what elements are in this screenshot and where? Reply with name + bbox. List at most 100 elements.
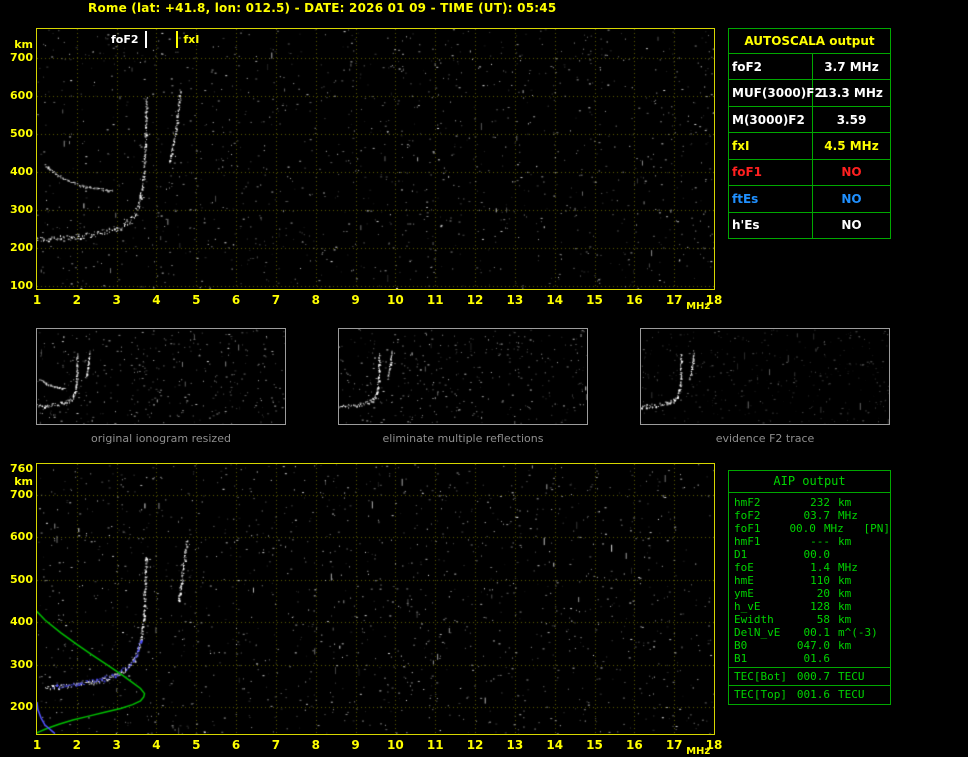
aip-row-foF1: foF1 00.0 MHz [PN] [729, 522, 890, 535]
aip-output-table: AIP output hmF2 232 km foF2 03.7 MHz foF1 00.0 M… [728, 470, 891, 705]
aip-param-label: TEC[Bot] [734, 670, 787, 683]
x-tick-label: 10 [387, 738, 404, 752]
aip-param-unit: km [838, 496, 852, 509]
autoscala-output-table: AUTOSCALA output foF2 3.7 MHz MUF(3000)F2 1… [728, 28, 891, 239]
x-tick-label: 3 [112, 738, 121, 752]
annotation-line-fxI [176, 31, 179, 48]
autoscala-row-ftEs: ftEs NO [729, 186, 890, 213]
y-tick-label: 200 [10, 240, 33, 254]
x-tick-label: 9 [351, 293, 360, 307]
aip-param-label: foF2 [734, 509, 761, 522]
ionogram-main-canvas [37, 29, 714, 289]
y-tick-label: 300 [10, 202, 33, 216]
x-tick-label: 4 [152, 738, 161, 752]
x-tick-label: 13 [506, 738, 524, 752]
x-tick-label: 6 [231, 293, 241, 307]
aip-row-DelN_vE: DelN_vE 00.1 m^(-3) [729, 626, 890, 639]
y-tick-label: 700 [10, 50, 33, 64]
autoscala-table-title: AUTOSCALA output [729, 29, 890, 54]
aip-param-label: TEC[Top] [734, 688, 787, 701]
y-tick-label: 700 [10, 487, 33, 501]
annotation-label-fxI: fxI [183, 33, 200, 46]
aip-param-unit: MHz [823, 522, 844, 535]
aip-param-value: 01.6 [803, 652, 831, 665]
aip-param-value: 00.0 [789, 522, 816, 535]
aip-row-TEC[Top]: TEC[Top] 001.6 TECU [729, 688, 890, 701]
aip-row-foF2: foF2 03.7 MHz [729, 509, 890, 522]
aip-row-Ewidth: Ewidth 58 km [729, 613, 890, 626]
thumbnail-caption: eliminate multiple reflections [382, 432, 544, 445]
aip-param-label: hmF2 [734, 496, 761, 509]
x-tick-label: 16 [625, 293, 643, 307]
x-tick-label: 13 [506, 293, 524, 307]
aip-param-unit [838, 652, 882, 665]
aip-param-value: 03.7 [803, 509, 831, 522]
x-tick-label: 12 [466, 738, 484, 752]
x-tick-label: 7 [271, 738, 281, 752]
y-tick-label: 500 [10, 572, 33, 586]
y-tick-label: 200 [10, 700, 33, 714]
autoscala-row-h'Es: h'Es NO [729, 212, 890, 238]
x-tick-label: 8 [311, 293, 320, 307]
page-title: Rome (lat: +41.8, lon: 012.5) - DATE: 20… [88, 1, 557, 15]
autoscala-param-label: foF1 [729, 159, 813, 186]
autoscala-row-foF2: foF2 3.7 MHz [729, 54, 890, 81]
autoscala-param-value: NO [841, 191, 862, 206]
aip-param-value: 00.1 [803, 626, 831, 639]
autoscala-param-value: 4.5 MHz [824, 138, 879, 153]
aip-row-h_vE: h_vE 128 km [729, 600, 890, 613]
autoscala-param-value: NO [841, 165, 862, 180]
aip-param-value: 128 [810, 600, 830, 613]
x-tick-label: 17 [665, 293, 683, 307]
x-tick-label: 14 [546, 738, 564, 752]
aip-param-unit: km [838, 587, 852, 600]
x-tick-label: 7 [271, 293, 281, 307]
aip-row-B1: B1 01.6 [729, 652, 890, 665]
aip-divider [729, 667, 890, 668]
x-tick-label: 14 [546, 293, 564, 307]
aip-param-unit: TECU [838, 688, 865, 701]
aip-param-unit: km [838, 600, 852, 613]
autoscala-param-label: foF2 [729, 54, 813, 80]
x-tick-label: 5 [192, 293, 201, 307]
y-axis-unit-label: km [14, 475, 33, 489]
autoscala-param-value: NO [841, 218, 862, 233]
x-tick-label: 9 [351, 738, 360, 752]
aip-param-value: 110 [810, 574, 830, 587]
aip-param-unit: MHz [838, 509, 858, 522]
x-tick-label: 2 [72, 293, 81, 307]
ionogram-main: foF2 fxI [36, 28, 715, 290]
aip-row-foE: foE 1.4 MHz [729, 561, 890, 574]
autoscala-row-fxI: fxI 4.5 MHz [729, 133, 890, 160]
aip-param-unit: m^(-3) [838, 626, 878, 639]
aip-param-label: Ewidth [734, 613, 774, 626]
aip-param-unit: km [838, 613, 852, 626]
aip-param-label: hmE [734, 574, 754, 587]
aip-param-label: foF1 [734, 522, 761, 535]
thumbnail-eliminate-reflections [338, 328, 588, 425]
aip-param-value: 232 [810, 496, 830, 509]
autoscala-param-label: MUF(3000)F2 [729, 80, 823, 106]
x-tick-label: 8 [311, 738, 320, 752]
autoscala-row-foF1: foF1 NO [729, 159, 890, 187]
aip-divider [729, 685, 890, 686]
y-tick-label: 600 [10, 530, 33, 544]
aip-param-label: DelN_vE [734, 626, 781, 639]
x-tick-label: 1 [32, 738, 42, 752]
x-tick-label: 11 [426, 738, 444, 752]
aip-row-ymE: ymE 20 km [729, 587, 890, 600]
aip-param-unit: TECU [838, 670, 865, 683]
x-axis-unit-label: MHz [686, 301, 711, 312]
aip-param-unit: MHz [838, 561, 858, 574]
x-tick-label: 10 [387, 293, 404, 307]
thumbnail-caption: original ionogram resized [91, 432, 231, 445]
aip-row-hmF1: hmF1 --- km [729, 535, 890, 548]
x-axis-unit-label: MHz [686, 746, 711, 757]
aip-row-hmF2: hmF2 232 km [729, 496, 890, 509]
aip-param-value: 20 [816, 587, 830, 600]
aip-param-value: 001.6 [796, 688, 830, 701]
x-tick-label: 15 [586, 293, 603, 307]
autoscala-param-value: 3.7 MHz [824, 59, 879, 74]
autoscala-screen: { "title": "Rome (lat: +41.8, lon: 012.5… [0, 0, 968, 757]
x-tick-label: 5 [192, 738, 201, 752]
